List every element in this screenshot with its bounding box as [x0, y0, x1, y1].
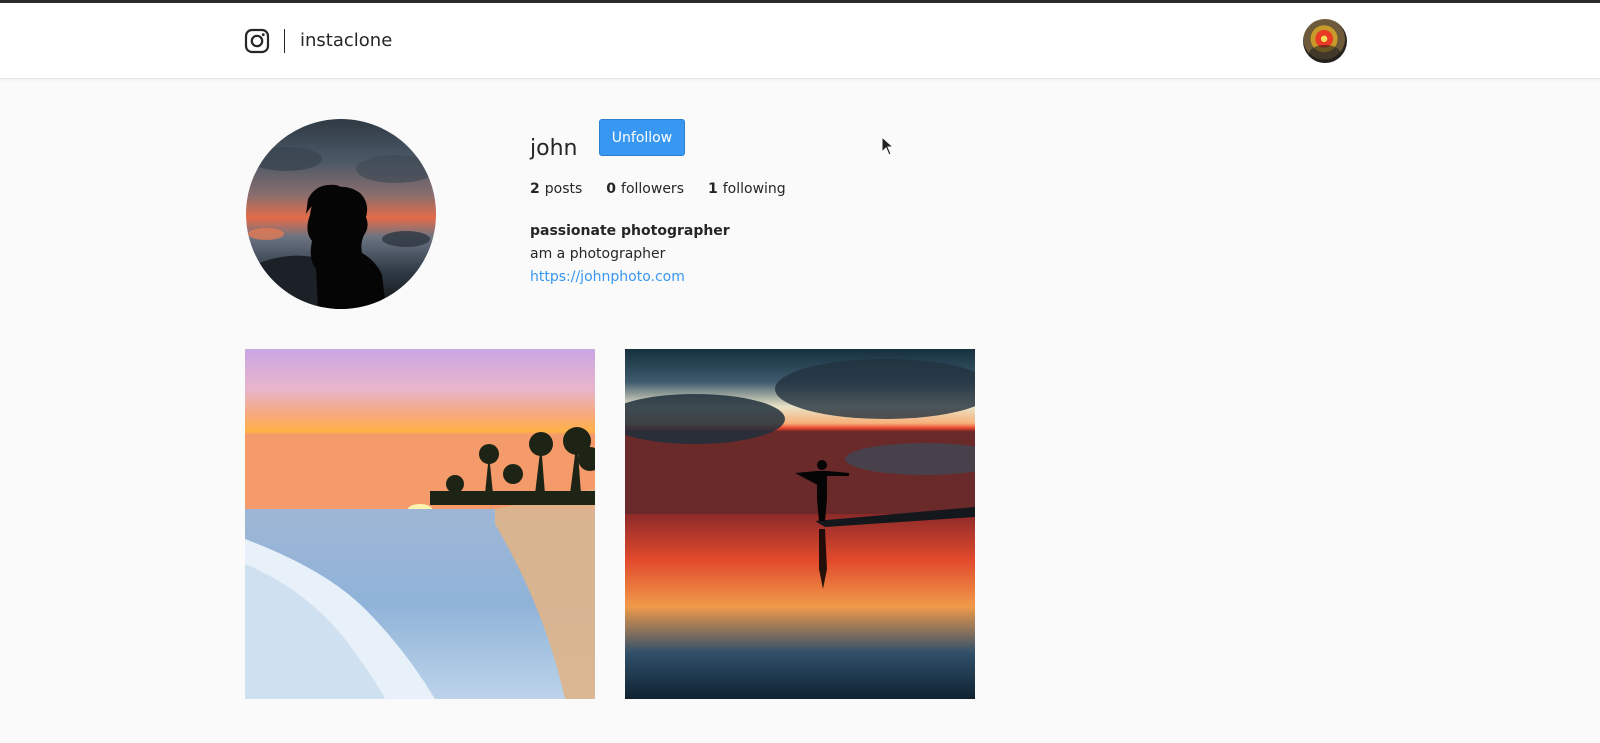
- profile-stats: 2 posts 0 followers 1 following: [530, 181, 810, 197]
- stat-posts-count: 2: [530, 181, 540, 197]
- unfollow-button[interactable]: Unfollow: [599, 119, 685, 156]
- user-avatar[interactable]: [1303, 19, 1347, 63]
- stat-followers[interactable]: 0 followers: [606, 181, 684, 197]
- instagram-icon[interactable]: [244, 28, 270, 54]
- profile-avatar-image: [246, 119, 436, 309]
- brand-divider: [284, 29, 285, 53]
- bio-text: am a photographer: [530, 246, 666, 262]
- stat-following[interactable]: 1 following: [708, 181, 786, 197]
- website-link[interactable]: https://johnphoto.com: [530, 266, 730, 289]
- stat-followers-count: 0: [606, 181, 617, 197]
- stat-followers-label: followers: [621, 181, 684, 197]
- stat-following-count: 1: [707, 181, 718, 197]
- stat-posts-label: posts: [544, 181, 583, 197]
- stat-posts[interactable]: 2 posts: [530, 181, 582, 197]
- posts-grid: [245, 349, 975, 699]
- app-name-link[interactable]: instaclone: [300, 28, 392, 54]
- post-thumbnail-sunset-silhouette[interactable]: [625, 349, 975, 699]
- bio-name: passionate photographer: [530, 223, 730, 239]
- brand: instaclone: [244, 28, 392, 54]
- mouse-cursor-icon: [881, 136, 895, 156]
- post-thumbnail-beach[interactable]: [245, 349, 595, 699]
- stat-following-label: following: [722, 181, 786, 197]
- profile-username: john: [530, 135, 578, 161]
- top-navbar: instaclone: [0, 3, 1600, 79]
- profile-bio: passionate photographer am a photographe…: [530, 220, 730, 289]
